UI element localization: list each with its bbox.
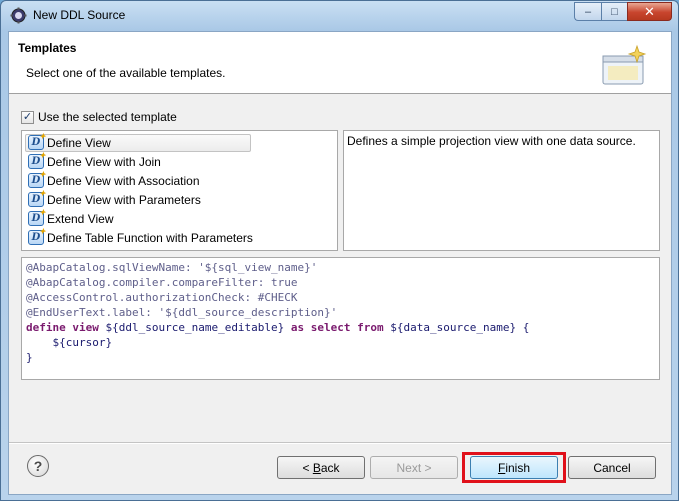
ddl-source-icon: D ✦: [28, 207, 46, 226]
back-button[interactable]: < Back: [277, 456, 365, 479]
code-token: ${ddl_source_name_editable}: [105, 321, 291, 334]
maximize-icon: □: [611, 5, 618, 18]
help-glyph: ?: [33, 458, 43, 474]
template-list[interactable]: D ✦ Define View D ✦ Define View with Join D ✦ De…: [21, 130, 338, 251]
close-icon: ✕: [644, 3, 655, 19]
template-item[interactable]: D ✦ Define View with Parameters: [22, 188, 337, 209]
template-item-label: Define View with Join: [47, 154, 161, 169]
code-token: }: [26, 351, 33, 364]
sparkle-icon: ✦: [39, 169, 46, 179]
code-line: }: [26, 350, 655, 365]
template-description-text: Defines a simple projection view with on…: [347, 134, 636, 148]
sparkle-icon: ✦: [39, 131, 46, 141]
use-template-option[interactable]: ✓ Use the selected template: [21, 110, 177, 124]
sparkle-icon: ✦: [39, 226, 46, 236]
cancel-label: Cancel: [593, 460, 631, 475]
back-rest: ack: [320, 460, 340, 475]
template-item[interactable]: D ✦ Extend View: [22, 207, 337, 228]
template-preview-editor[interactable]: @AbapCatalog.sqlViewName: '${sql_view_na…: [21, 257, 660, 380]
page-description: Select one of the available templates.: [26, 66, 226, 80]
code-token: '${sql_view_name}': [198, 261, 318, 274]
code-line: ${cursor}: [26, 335, 655, 350]
code-line: @AccessControl.authorizationCheck: #CHEC…: [26, 290, 655, 305]
finish-mnemonic: F: [497, 460, 506, 475]
wizard-header: Templates Select one of the available te…: [9, 32, 671, 94]
wizard-banner-icon: [602, 44, 647, 85]
template-item-label: Extend View: [47, 211, 114, 226]
cancel-button[interactable]: Cancel: [568, 456, 656, 479]
template-item[interactable]: D ✦ Define View with Join: [22, 150, 337, 171]
template-item[interactable]: D ✦ Define View: [22, 131, 337, 152]
code-token: define view: [26, 321, 106, 334]
help-icon[interactable]: ?: [27, 455, 49, 477]
code-token: @EndUserText.label:: [26, 306, 159, 319]
sparkle-icon: ✦: [39, 207, 46, 217]
close-button[interactable]: ✕: [627, 2, 672, 21]
code-line: @AbapCatalog.sqlViewName: '${sql_view_na…: [26, 260, 655, 275]
code-token: '${ddl_source_description}': [158, 306, 338, 319]
template-item-label: Define View: [47, 135, 111, 150]
ddl-source-icon: D ✦: [28, 188, 46, 207]
template-description: Defines a simple projection view with on…: [343, 130, 660, 251]
template-item-label: Define View with Association: [47, 173, 200, 188]
next-label: Next >: [396, 460, 432, 475]
page-title: Templates: [18, 41, 77, 55]
ddl-source-icon: D ✦: [28, 131, 46, 150]
code-line: @EndUserText.label: '${ddl_source_descri…: [26, 305, 655, 320]
title-bar[interactable]: New DDL Source – □ ✕: [1, 1, 678, 31]
ddl-source-icon: D ✦: [28, 150, 46, 169]
button-bar-divider: [9, 442, 671, 444]
finish-rest: inish: [505, 460, 531, 475]
sparkle-icon: ✦: [39, 188, 46, 198]
dialog-client-area: Templates Select one of the available te…: [8, 31, 672, 495]
template-item[interactable]: D ✦ Define View with Association: [22, 169, 337, 190]
use-template-checkbox[interactable]: ✓: [21, 110, 34, 124]
code-token: ${cursor}: [26, 336, 113, 349]
template-item[interactable]: D ✦ Define Table Function with Parameters: [22, 226, 337, 247]
ddl-source-icon: D ✦: [28, 169, 46, 188]
code-token: as select from: [290, 321, 391, 334]
checkmark-icon: ✓: [22, 110, 33, 123]
code-line: @AbapCatalog.compiler.compareFilter: tru…: [26, 275, 655, 290]
code-token: ${data_source_name} {: [390, 321, 530, 334]
template-item-label: Define Table Function with Parameters: [47, 230, 253, 245]
finish-button[interactable]: Finish: [470, 456, 558, 479]
use-template-label: Use the selected template: [38, 110, 177, 124]
maximize-button[interactable]: □: [601, 2, 627, 21]
code-line: define view ${ddl_source_name_editable} …: [26, 320, 655, 335]
ddl-source-icon: D ✦: [28, 226, 46, 245]
eclipse-icon: [10, 7, 27, 24]
minimize-icon: –: [584, 5, 592, 18]
new-ddl-source-dialog: New DDL Source – □ ✕ Templates Select on…: [0, 0, 679, 501]
code-token: @AccessControl.authorizationCheck: #CHEC…: [26, 291, 298, 304]
minimize-button[interactable]: –: [574, 2, 601, 21]
window-title: New DDL Source: [33, 8, 126, 22]
sparkle-icon: ✦: [39, 150, 46, 160]
back-mnemonic: B: [312, 460, 321, 475]
back-prefix: <: [302, 460, 313, 475]
code-token: @AbapCatalog.compiler.compareFilter: tru…: [26, 276, 298, 289]
next-button[interactable]: Next >: [370, 456, 458, 479]
template-item-label: Define View with Parameters: [47, 192, 201, 207]
code-token: @AbapCatalog.sqlViewName:: [26, 261, 199, 274]
